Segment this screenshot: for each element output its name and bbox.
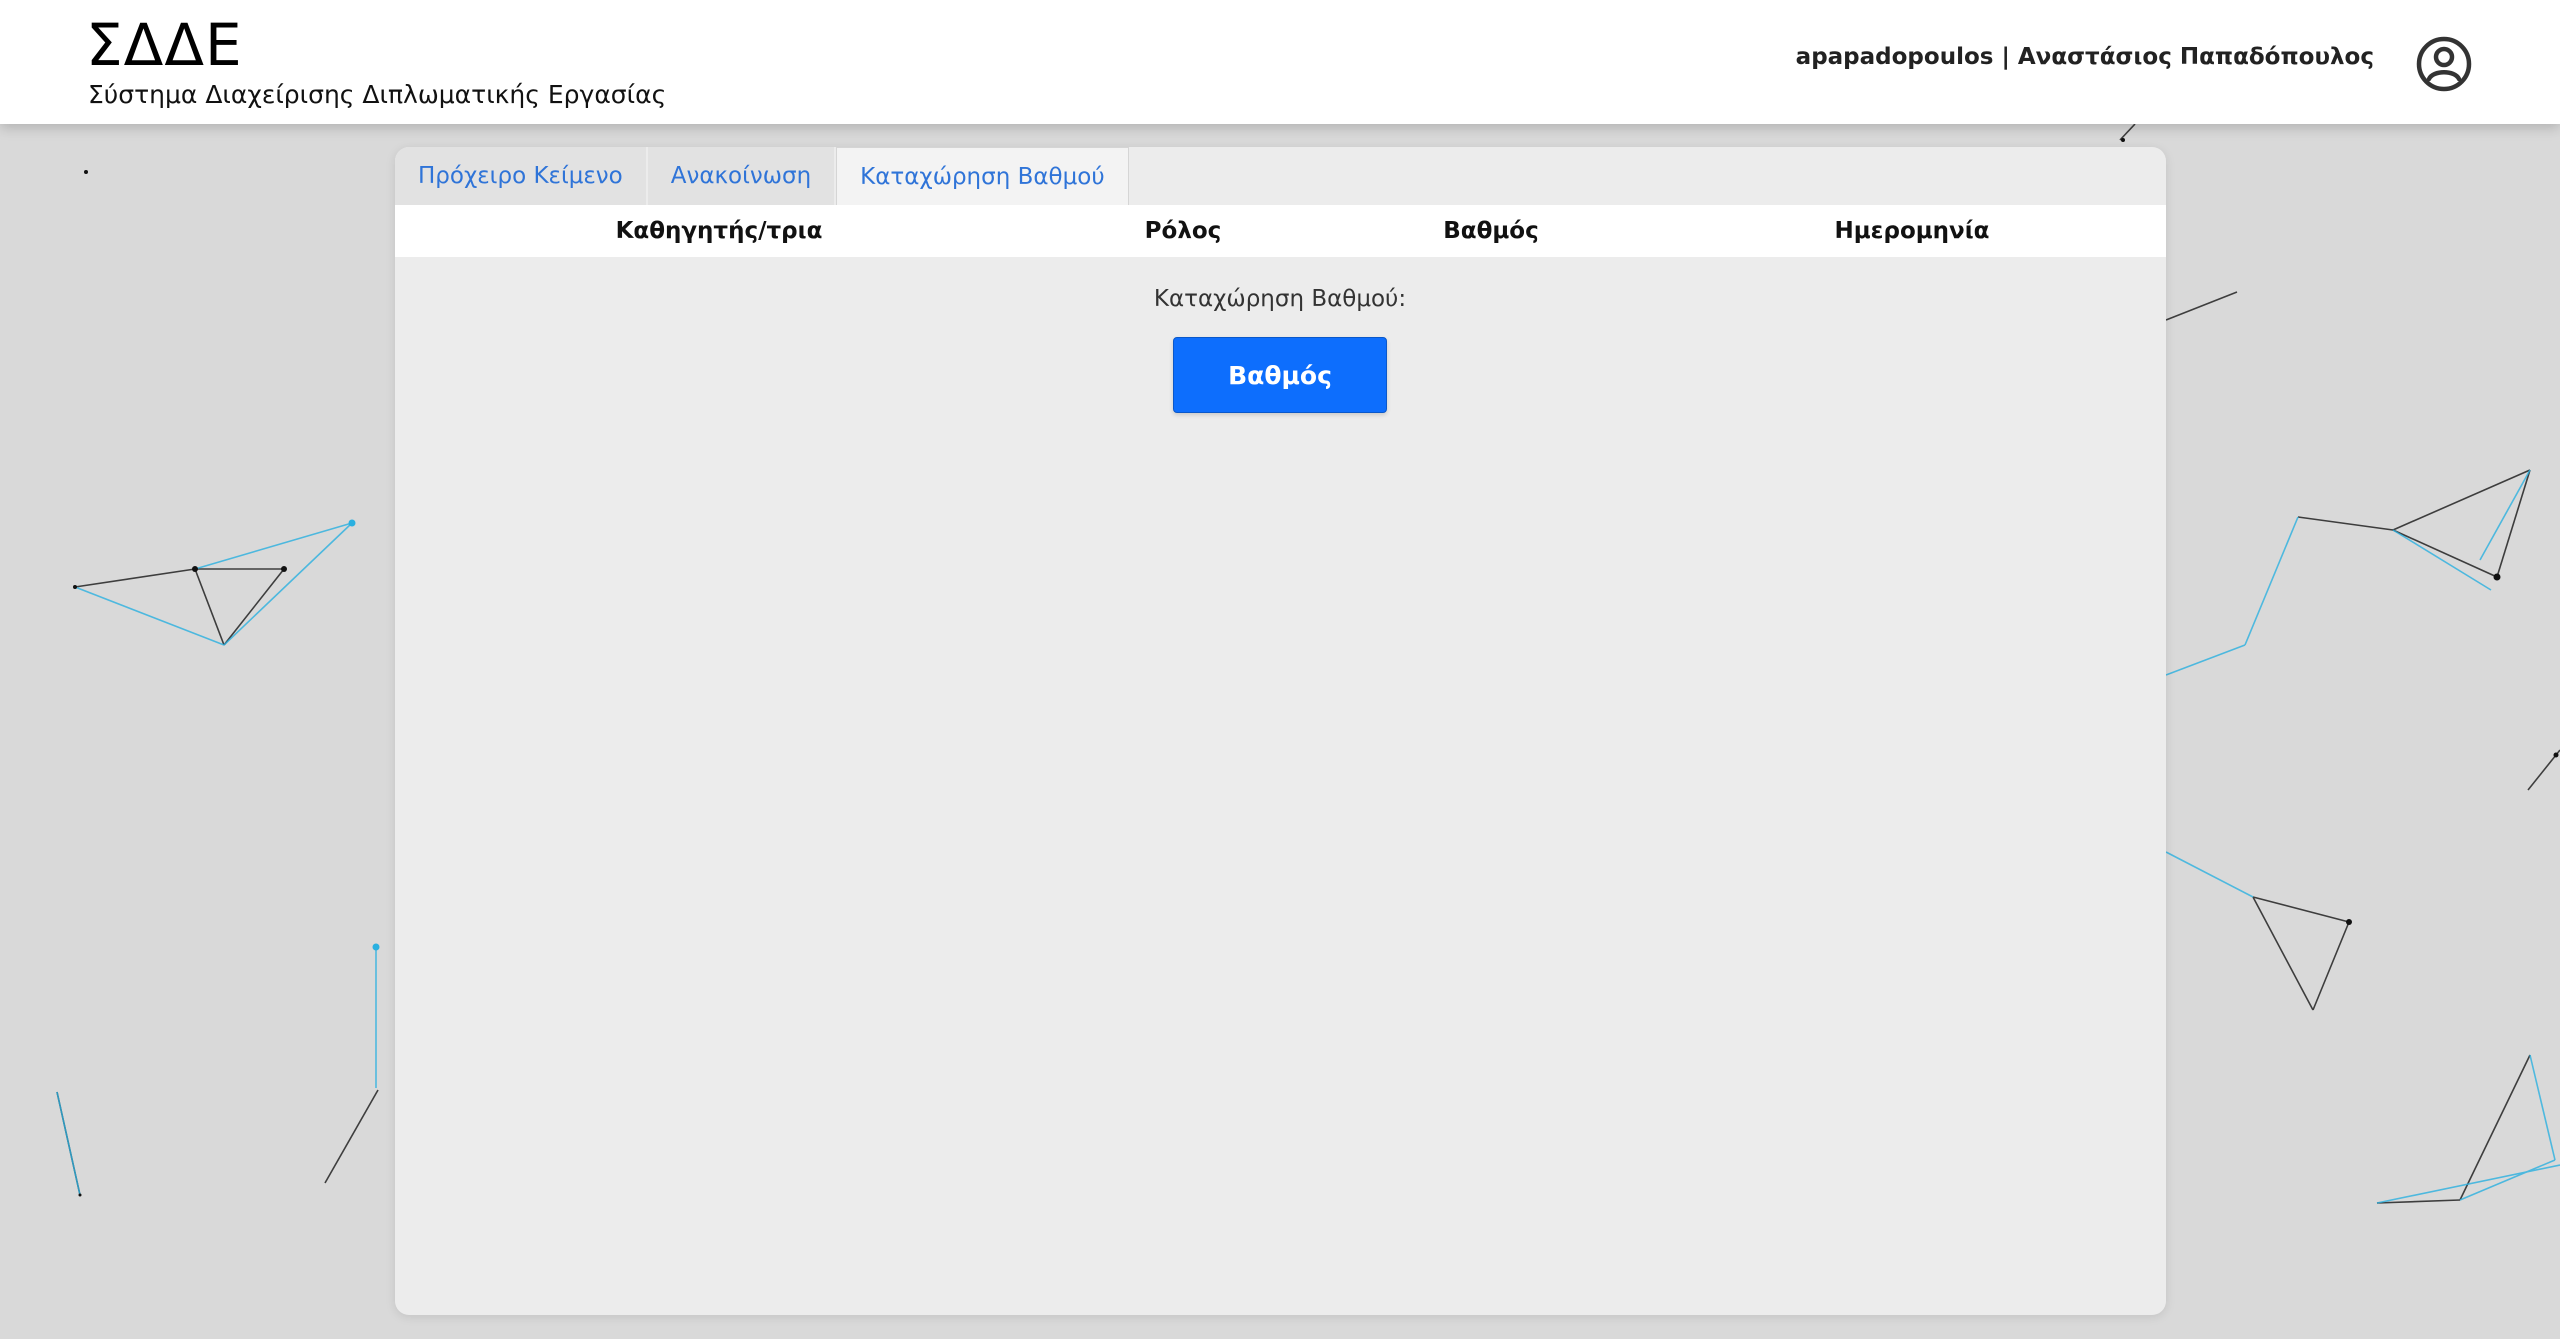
tab-grade-entry[interactable]: Καταχώρηση Βαθμού (836, 147, 1129, 205)
app-header: ΣΔΔΕ Σύστημα Διαχείρισης Διπλωματικής Ερ… (0, 0, 2560, 124)
app-logo[interactable]: ΣΔΔΕ (86, 10, 243, 80)
grade-button[interactable]: Βαθμός (1173, 337, 1387, 413)
column-header-grade: Βαθμός (1443, 218, 1539, 244)
grades-table-header: Καθηγητής/τρια Ρόλος Βαθμός Ημερομηνία (395, 205, 2166, 257)
column-header-role: Ρόλος (1144, 218, 1222, 244)
tab-bar: Πρόχειρο Κείμενο Ανακοίνωση Καταχώρηση Β… (395, 147, 1129, 205)
user-display-name: apapadopoulos | Αναστάσιος Παπαδόπουλος (1795, 44, 2374, 70)
app-subtitle: Σύστημα Διαχείρισης Διπλωματικής Εργασία… (88, 80, 667, 109)
column-header-date: Ημερομηνία (1834, 218, 1990, 244)
grade-entry-label: Καταχώρηση Βαθμού: (1153, 286, 1407, 312)
main-panel: Πρόχειρο Κείμενο Ανακοίνωση Καταχώρηση Β… (395, 147, 2166, 1315)
user-circle-icon[interactable] (2414, 34, 2474, 94)
column-header-professor: Καθηγητής/τρια (615, 218, 823, 244)
tab-announcement[interactable]: Ανακοίνωση (647, 147, 837, 205)
tab-draft-text[interactable]: Πρόχειρο Κείμενο (395, 147, 648, 205)
